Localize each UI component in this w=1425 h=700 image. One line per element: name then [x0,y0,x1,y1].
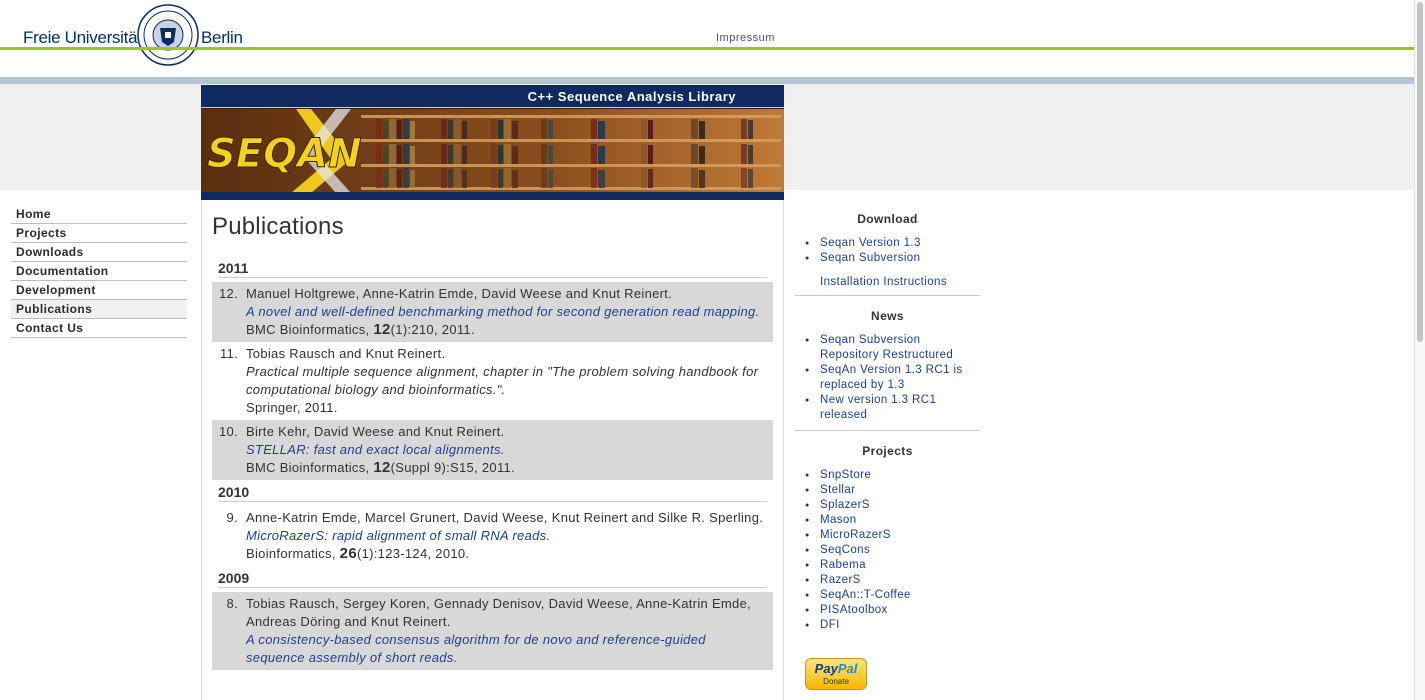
project-link[interactable]: SnpStore [805,468,980,483]
main-divider-left [201,200,202,700]
publication-number: 11. [219,346,238,361]
impressum-link[interactable]: Impressum [716,32,775,44]
publication-number: 12. [219,286,238,301]
publication-number: 9. [226,510,238,525]
left-nav: Home Projects Downloads Documentation De… [11,205,187,338]
donate-label: Donate [823,677,849,686]
project-link[interactable]: DFI [805,618,980,633]
publication-title-link[interactable]: A consistency-based consensus algorithm … [246,631,765,667]
right-sidebar: Download Seqan Version 1.3 Seqan Subvers… [795,212,980,633]
sidebar-divider [795,295,980,296]
vertical-scrollbar[interactable] [1414,0,1425,700]
publication-authors: Tobias Rausch and Knut Reinert. [246,346,446,361]
projects-list: SnpStore Stellar SplazerS Mason MicroRaz… [795,468,980,633]
brand-right: Berlin [201,28,243,47]
banner-tagline: C++ Sequence Analysis Library [527,89,736,104]
publication-number: 10. [219,424,238,439]
publication-title: Practical multiple sequence alignment, c… [246,364,759,397]
nav-item-downloads[interactable]: Downloads [11,243,187,262]
nav-item-home[interactable]: Home [11,205,187,224]
library-shelves-image: SEQAN [201,109,784,193]
news-heading: News [871,309,904,323]
nav-item-documentation[interactable]: Documentation [11,262,187,281]
paypal-logo: PayPal [814,661,858,676]
year-heading: 2010 [218,482,767,502]
news-list: Seqan Subversion Repository Restructured… [795,333,980,423]
publication-item: 12. Manuel Holtgrewe, Anne-Katrin Emde, … [212,282,773,342]
publication-title-link[interactable]: STELLAR: fast and exact local alignments… [246,441,765,459]
sidebar-divider [795,430,980,431]
publication-item: 8. Tobias Rausch, Sergey Koren, Gennady … [212,592,773,670]
scrollbar-thumb[interactable] [1417,2,1423,342]
project-link[interactable]: PISAtoolbox [805,603,980,618]
year-heading: 2011 [218,258,767,278]
publication-authors: Anne-Katrin Emde, Marcel Grunert, David … [246,510,764,525]
project-link[interactable]: SeqCons [805,543,980,558]
project-link[interactable]: Stellar [805,483,980,498]
download-link[interactable]: Seqan Subversion [805,251,980,266]
brand-left: Freie Universität [23,28,142,47]
main-content: Publications 2011 12. Manuel Holtgrewe, … [212,213,773,670]
page-title: Publications [212,213,344,240]
news-link[interactable]: SeqAn Version 1.3 RC1 is replaced by 1.3 [805,363,980,393]
publication-title-link[interactable]: MicroRazerS: rapid alignment of small RN… [246,527,765,545]
projects-heading: Projects [862,444,913,458]
nav-item-publications[interactable]: Publications [11,300,187,319]
publication-source: Bioinformatics, 26(1):123-124, 2010. [246,545,470,562]
project-link[interactable]: RazerS [805,573,980,588]
news-link[interactable]: Seqan Subversion Repository Restructured [805,333,980,363]
seqan-banner: C++ Sequence Analysis Library SEQAN [201,85,784,200]
year-heading: 2009 [218,568,767,588]
university-seal-icon [137,4,199,66]
project-link[interactable]: SeqAn::T-Coffee [805,588,980,603]
project-link[interactable]: SplazerS [805,498,980,513]
project-link[interactable]: Mason [805,513,980,528]
news-link[interactable]: New version 1.3 RC1 released [805,393,980,423]
banner-logo: SEQAN [207,131,362,177]
publication-item: 11. Tobias Rausch and Knut Reinert. Prac… [212,342,773,420]
publication-title-link[interactable]: A novel and well-defined benchmarking me… [246,303,765,321]
nav-item-projects[interactable]: Projects [11,224,187,243]
green-rule [0,47,1414,50]
blue-rule [0,77,1414,84]
publication-source: BMC Bioinformatics, 12(Suppl 9):S15, 201… [246,459,515,476]
publication-number: 8. [226,596,238,611]
site-header: Freie Universität Berlin Impressum [0,0,1414,84]
publication-source: Springer, 2011. [246,400,338,415]
download-list: Seqan Version 1.3 Seqan Subversion [795,236,980,266]
paypal-donate-button[interactable]: PayPal Donate [805,658,867,690]
download-heading: Download [857,212,918,226]
download-link[interactable]: Seqan Version 1.3 [805,236,980,251]
publication-authors: Manuel Holtgrewe, Anne-Katrin Emde, Davi… [246,286,673,301]
nav-item-contact-us[interactable]: Contact Us [11,319,187,338]
main-divider-right [783,200,784,700]
banner-bottom-bar [201,192,784,200]
project-link[interactable]: MicroRazerS [805,528,980,543]
project-link[interactable]: Rabema [805,558,980,573]
publication-authors: Tobias Rausch, Sergey Koren, Gennady Den… [246,596,752,629]
nav-item-development[interactable]: Development [11,281,187,300]
installation-instructions-link[interactable]: Installation Instructions [795,276,980,288]
banner-tagline-bar: C++ Sequence Analysis Library [201,85,784,108]
publication-authors: Birte Kehr, David Weese and Knut Reinert… [246,424,505,439]
publication-item: 10. Birte Kehr, David Weese and Knut Rei… [212,420,773,480]
publication-source: BMC Bioinformatics, 12(1):210, 2011. [246,321,475,338]
publication-item: 9. Anne-Katrin Emde, Marcel Grunert, Dav… [212,506,773,566]
